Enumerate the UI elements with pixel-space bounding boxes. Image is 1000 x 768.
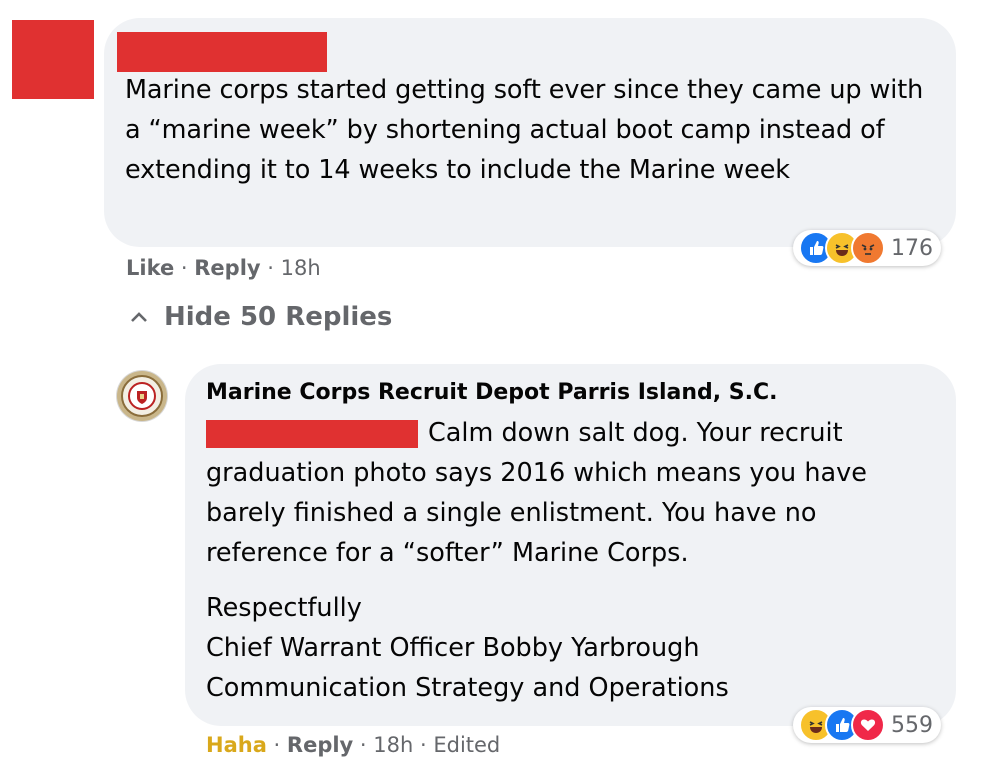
- reply-link[interactable]: Reply: [194, 256, 260, 280]
- comment-text: Marine corps started getting soft ever s…: [125, 75, 924, 185]
- reaction-summary[interactable]: 176: [793, 230, 941, 266]
- timestamp[interactable]: 18h: [281, 256, 321, 280]
- like-link[interactable]: Like: [126, 256, 174, 280]
- reply-author[interactable]: Marine Corps Recruit Depot Parris Island…: [206, 380, 778, 405]
- hide-replies-label: Hide 50 Replies: [164, 302, 393, 332]
- reaction-count: 559: [891, 712, 933, 738]
- chevron-up-icon: [131, 312, 147, 322]
- reply-signature: Respectfully Chief Warrant Officer Bobby…: [206, 588, 729, 708]
- reply-actions: Haha · Reply · 18h · Edited: [206, 733, 501, 757]
- reaction-summary[interactable]: 559: [793, 707, 941, 743]
- haha-reaction-link[interactable]: Haha: [206, 733, 267, 757]
- signature-line: Chief Warrant Officer Bobby Yarbrough: [206, 633, 700, 663]
- avatar[interactable]: [116, 370, 168, 422]
- edited-label[interactable]: Edited: [433, 733, 500, 757]
- comment-actions: Like · Reply · 18h: [126, 256, 321, 280]
- angry-icon: [851, 231, 885, 265]
- hide-replies-button[interactable]: Hide 50 Replies: [130, 302, 392, 332]
- love-icon: [851, 708, 885, 742]
- signature-line: Communication Strategy and Operations: [206, 673, 729, 703]
- reply-link[interactable]: Reply: [287, 733, 353, 757]
- reply-text: Calm down salt dog. Your recruit graduat…: [206, 418, 867, 568]
- timestamp[interactable]: 18h: [373, 733, 413, 757]
- seal-icon: [117, 371, 167, 421]
- redacted-author-name[interactable]: [117, 32, 327, 72]
- redacted-avatar[interactable]: [12, 20, 94, 99]
- signature-line: Respectfully: [206, 593, 362, 623]
- reaction-count: 176: [891, 235, 933, 261]
